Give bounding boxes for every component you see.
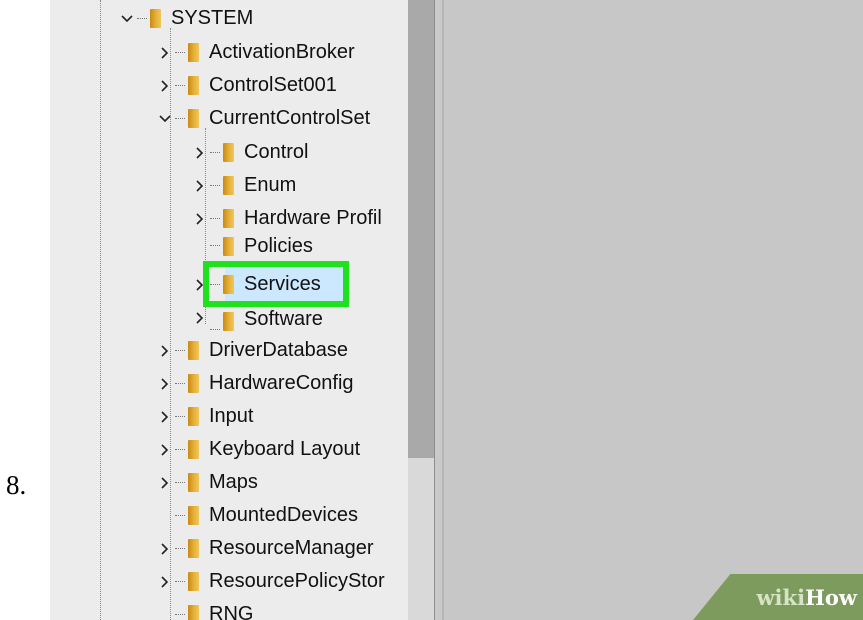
chevron-right-icon[interactable] [158,433,172,466]
folder-icon [188,374,199,393]
tree-item-maps[interactable]: Maps [158,466,258,499]
tree-item-label: Enum [244,174,297,196]
tree-item-rng[interactable]: RNG [158,598,253,620]
chevron-right-icon[interactable] [158,532,172,565]
tree-item-label: SYSTEM [171,7,254,29]
folder-icon [188,76,199,95]
folder-icon [188,572,199,591]
tree-item-label: ResourcePolicyStor [209,570,385,592]
chevron-right-icon[interactable] [158,367,172,400]
tree-item-label: Keyboard Layout [209,438,361,460]
folder-icon [223,176,234,195]
registry-editor-screenshot: SYSTEM ActivationBroker ControlSet001 Cu… [50,0,863,620]
chevron-down-icon[interactable] [120,2,134,35]
tree-item-label: Hardware Profil [244,207,382,229]
chevron-right-icon[interactable] [158,69,172,102]
tree-item-label: RNG [209,603,254,620]
folder-icon [223,312,234,331]
tree-item-label: ActivationBroker [209,41,355,63]
chevron-down-icon[interactable] [158,102,172,135]
tree-item-resourcepolicystore[interactable]: ResourcePolicyStor [158,565,385,598]
folder-icon [188,506,199,525]
tree-item-activationbroker[interactable]: ActivationBroker [158,36,355,69]
folder-icon [188,539,199,558]
tree-scrollbar[interactable] [408,0,434,620]
folder-icon [188,109,199,128]
scrollbar-thumb[interactable] [408,0,434,458]
watermark-text-wiki: wiki [756,584,806,610]
tree-item-controlset001[interactable]: ControlSet001 [158,69,337,102]
folder-icon [188,473,199,492]
folder-icon [150,9,161,28]
chevron-right-icon[interactable] [158,565,172,598]
tree-item-keyboard-layout[interactable]: Keyboard Layout [158,433,360,466]
tree-item-input[interactable]: Input [158,400,253,433]
tree-item-label: Services [244,273,321,295]
tree-item-control[interactable]: Control [193,136,308,169]
tree-item-currentcontrolset[interactable]: CurrentControlSet [158,102,370,135]
folder-icon [188,43,199,62]
values-pane [442,0,863,620]
tree-item-label: Policies [244,234,313,257]
tree-item-label: ResourceManager [209,537,374,559]
folder-icon [223,236,234,256]
chevron-right-icon[interactable] [158,400,172,433]
tree-item-label: Control [244,141,309,163]
chevron-right-icon[interactable] [193,268,207,301]
step-number: 8. [6,470,27,500]
tree-item-mounteddevices[interactable]: MountedDevices [158,499,358,532]
folder-icon [188,341,199,360]
folder-icon [188,440,199,459]
tree-item-label: Input [209,405,254,427]
chevron-right-icon[interactable] [193,305,207,331]
folder-icon [188,605,199,620]
folder-icon [223,209,234,228]
chevron-right-icon[interactable] [158,466,172,499]
tree-item-label: Software [244,308,323,330]
chevron-right-icon[interactable] [193,202,207,235]
tree-item-services[interactable]: Services [193,268,321,301]
folder-icon [223,275,234,294]
tree-item-hardwareconfig[interactable]: HardwareConfig [158,367,354,400]
folder-icon [188,407,199,426]
values-pane-divider [442,0,444,620]
tree-item-software[interactable]: Software [193,305,323,331]
tree-item-driverdatabase[interactable]: DriverDatabase [158,334,348,367]
tree-item-label: HardwareConfig [209,372,354,394]
chevron-right-icon[interactable] [193,136,207,169]
tree-item-enum[interactable]: Enum [193,169,296,202]
tree-item-label: DriverDatabase [209,339,348,361]
watermark-text-how: How [805,584,857,610]
folder-icon [223,143,234,162]
tree-item-label: CurrentControlSet [209,107,371,129]
tree-item-label: ControlSet001 [209,74,337,96]
tree-item-label: Maps [209,471,258,493]
tree-item-system[interactable]: SYSTEM [120,2,253,35]
tree-item-resourcemanager[interactable]: ResourceManager [158,532,374,565]
tree-item-label: MountedDevices [209,504,358,526]
registry-tree-pane: SYSTEM ActivationBroker ControlSet001 Cu… [50,0,408,620]
tree-item-hardware-profiles[interactable]: Hardware Profil [193,202,382,235]
tree-item-policies[interactable]: Policies [193,232,313,260]
chevron-right-icon[interactable] [193,169,207,202]
chevron-right-icon[interactable] [158,36,172,69]
chevron-right-icon[interactable] [158,334,172,367]
